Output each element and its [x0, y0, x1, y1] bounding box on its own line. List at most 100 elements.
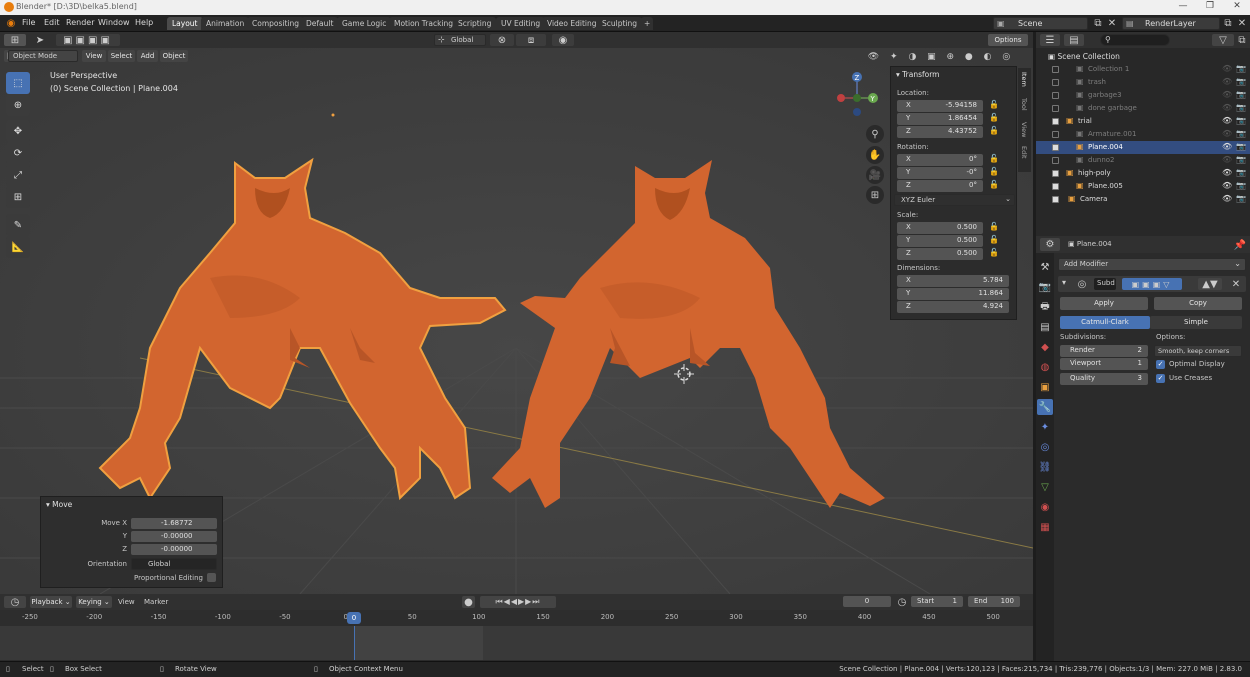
playhead[interactable]: 0 [347, 612, 361, 624]
modifier-name-field[interactable]: Subd [1094, 278, 1116, 290]
render-camera-icon[interactable]: 📷 [1236, 129, 1246, 138]
orientation-dropdown[interactable]: ⊹ Global [434, 34, 486, 46]
collapse-chevron-icon[interactable]: ▾ [1062, 278, 1066, 287]
display-mode-icon[interactable]: ▤ [1064, 34, 1084, 46]
visibility-eye-icon[interactable]: 👁 [1222, 90, 1232, 99]
rotation-mode-dropdown[interactable]: XYZ Euler ⌄ [894, 194, 1015, 206]
collection-checkbox[interactable] [1052, 131, 1059, 138]
render-camera-icon[interactable]: 📷 [1236, 155, 1246, 164]
menu-render[interactable]: Render [66, 18, 94, 27]
pan-hand-icon[interactable]: ✋ [866, 146, 884, 164]
visibility-eye-icon[interactable]: 👁 [1222, 181, 1232, 190]
keying-menu[interactable]: Keying ⌄ [76, 596, 112, 608]
tab-sculpting[interactable]: Sculpting [597, 17, 643, 30]
pivot-icon[interactable]: ⊗ [490, 34, 514, 46]
visibility-eye-icon[interactable]: 👁 [1222, 77, 1232, 86]
visibility-eye-icon[interactable]: 👁 [1222, 194, 1232, 203]
lock-icon[interactable]: 🔓 [989, 100, 999, 109]
tab-default[interactable]: Default [301, 17, 339, 30]
menu-window[interactable]: Window [98, 18, 130, 27]
outliner-item[interactable]: ▣ garbage3 👁 📷 [1036, 89, 1250, 102]
visibility-eye-icon[interactable]: 👁 [1222, 142, 1232, 151]
tab-item[interactable]: Item [1020, 72, 1028, 87]
maximize-button[interactable]: ❐ [1203, 1, 1217, 11]
new-collection-icon[interactable]: ⧉ [1236, 34, 1248, 46]
dimensions-x-field[interactable]: X 5.784 [897, 275, 1009, 287]
rotate-tool-icon[interactable]: ⟳ [6, 142, 30, 164]
timeline-marker-menu[interactable]: Marker [144, 598, 168, 606]
render-camera-icon[interactable]: 📷 [1236, 116, 1246, 125]
blender-menu-icon[interactable]: ◉ [4, 17, 18, 29]
outliner-item[interactable]: ▣ Camera 👁 📷 [1036, 193, 1250, 206]
uv-smooth-dropdown[interactable]: Smooth, keep corners [1154, 345, 1242, 357]
timeline-editor-icon[interactable]: ◷ [4, 596, 26, 608]
visibility-eye-icon[interactable]: 👁 [1222, 116, 1232, 125]
collection-checkbox[interactable] [1052, 157, 1059, 164]
move-y-field[interactable]: -0.00000 [131, 531, 217, 542]
delete-layer-icon[interactable]: ✕ [1236, 17, 1248, 29]
render-camera-icon[interactable]: 📷 [1236, 64, 1246, 73]
visibility-eye-icon[interactable]: 👁 [1222, 155, 1232, 164]
visibility-eye-icon[interactable]: 👁 [1222, 64, 1232, 73]
outliner-item[interactable]: ▣ trash 👁 📷 [1036, 76, 1250, 89]
delete-scene-icon[interactable]: ✕ [1106, 17, 1118, 29]
minimize-button[interactable]: — [1176, 1, 1190, 11]
collection-checkbox[interactable] [1052, 144, 1059, 151]
outliner-root[interactable]: ▣ Scene Collection [1048, 52, 1120, 61]
render-camera-icon[interactable]: 📷 [1236, 168, 1246, 177]
simple-toggle[interactable]: Simple [1150, 316, 1242, 329]
menu-view[interactable]: View [82, 50, 106, 62]
lock-icon[interactable]: 🔓 [989, 167, 999, 176]
outliner-item[interactable]: ▣ high-poly 👁 📷 [1036, 167, 1250, 180]
render-camera-icon[interactable]: 📷 [1236, 181, 1246, 190]
lock-icon[interactable]: 🔓 [989, 248, 999, 257]
rotation-y-field[interactable]: Y -0° [897, 167, 983, 179]
render-camera-icon[interactable]: 📷 [1236, 142, 1246, 151]
end-frame-field[interactable]: End 100 [968, 596, 1020, 607]
outliner-item[interactable]: ▣ done garbage 👁 📷 [1036, 102, 1250, 115]
ortho-grid-icon[interactable]: ⊞ [866, 186, 884, 204]
outliner-item[interactable]: ▣ Plane.004 👁 📷 [1036, 141, 1250, 154]
add-modifier-dropdown[interactable]: Add Modifier ⌄ [1058, 258, 1246, 271]
collection-checkbox[interactable] [1052, 118, 1059, 125]
move-orientation-dropdown[interactable]: Global [131, 558, 217, 570]
outliner-item[interactable]: ▣ trial 👁 📷 [1036, 115, 1250, 128]
outliner-item[interactable]: ▣ Collection 1 👁 📷 [1036, 63, 1250, 76]
proportional-editing-checkbox[interactable] [207, 573, 216, 582]
collection-checkbox[interactable] [1052, 66, 1059, 73]
start-frame-field[interactable]: Start 1 [911, 596, 963, 607]
pin-icon[interactable]: 📌 [1234, 239, 1246, 251]
visibility-eye-icon[interactable]: 👁 [1222, 129, 1232, 138]
location-z-field[interactable]: Z 4.43752 [897, 126, 983, 138]
outliner-search-input[interactable]: ⚲ [1100, 34, 1170, 46]
rotation-z-field[interactable]: Z 0° [897, 180, 983, 192]
timeline-view-menu[interactable]: View [118, 598, 135, 606]
tool-settings-icon[interactable]: ⚒ [1039, 261, 1051, 273]
constraints-icon[interactable]: ⛓ [1039, 461, 1052, 473]
tab-view[interactable]: View [1020, 122, 1028, 137]
selection-mode-icons[interactable]: ▣▣▣▣ [56, 34, 120, 46]
visibility-eye-icon[interactable]: 👁 [1222, 103, 1232, 112]
collection-checkbox[interactable] [1052, 105, 1059, 112]
outliner-item[interactable]: ▣ dunno2 👁 📷 [1036, 154, 1250, 167]
scale-tool-icon[interactable]: ⤢ [6, 164, 30, 186]
render-camera-icon[interactable]: 📷 [1236, 194, 1246, 203]
timeline-track[interactable]: -250 -200 -150 -100 -50 0 50 100 150 200 250 300 350… [0, 610, 1033, 660]
playback-menu[interactable]: Playback ⌄ [30, 596, 72, 608]
view-layer-icon[interactable]: ▤ [1039, 321, 1051, 333]
particles-icon[interactable]: ✦ [1039, 421, 1051, 433]
visibility-eye-icon[interactable]: 👁 [1222, 168, 1232, 177]
remove-modifier-icon[interactable]: ✕ [1230, 278, 1242, 290]
cursor-icon[interactable]: ➤ [34, 34, 46, 46]
scale-x-field[interactable]: X 0.500 [897, 222, 983, 234]
render-camera-icon[interactable]: 📷 [1236, 103, 1246, 112]
menu-add[interactable]: Add [137, 50, 158, 62]
menu-object[interactable]: Object [160, 50, 188, 62]
tab-video-editing[interactable]: Video Editing [542, 17, 602, 30]
texture-props-icon[interactable]: ▦ [1039, 521, 1051, 533]
tab-tool[interactable]: Tool [1020, 98, 1028, 111]
mode-dropdown[interactable]: Object Mode [8, 50, 78, 62]
quality-field[interactable]: Quality 3 [1060, 373, 1148, 385]
render-props-icon[interactable]: 📷 [1039, 281, 1051, 293]
editor-type-icon[interactable]: ⊞ [4, 34, 26, 46]
